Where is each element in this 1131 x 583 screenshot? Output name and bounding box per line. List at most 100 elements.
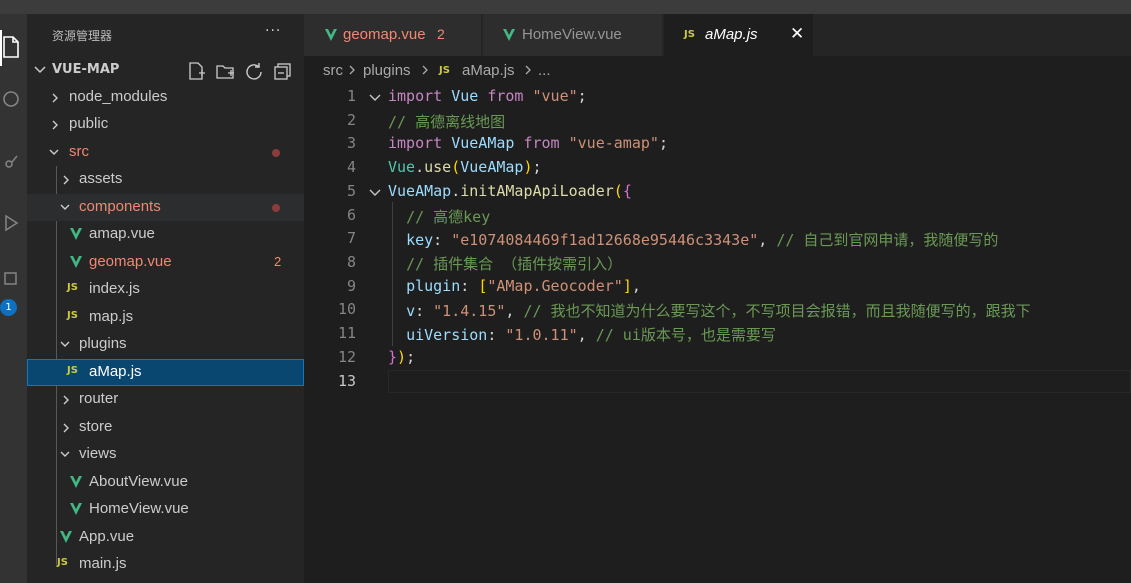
- chevron-down-icon: [60, 341, 70, 347]
- project-name: VUE-MAP: [52, 62, 120, 77]
- tab-amap-js[interactable]: JS aMap.js ✕: [664, 14, 814, 56]
- tree-file-amap-vue[interactable]: amap.vue: [27, 221, 304, 248]
- tab-label: HomeView.vue: [522, 26, 622, 43]
- breadcrumb-item[interactable]: plugins: [363, 62, 411, 79]
- tree-label: src: [69, 143, 89, 160]
- chevron-right-icon: [524, 63, 532, 80]
- chevron-right-icon: [52, 93, 58, 103]
- chevron-right-icon: [63, 395, 69, 405]
- tree-folder-plugins[interactable]: plugins: [27, 331, 304, 358]
- chevron-right-icon: [52, 120, 58, 130]
- tree-folder-assets[interactable]: assets: [27, 166, 304, 193]
- tree-label: components: [79, 198, 161, 215]
- new-file-icon[interactable]: [186, 61, 208, 81]
- code-line: // 插件集合 （插件按需引入）: [406, 255, 623, 273]
- tree-label: aMap.js: [89, 363, 142, 380]
- code-line: VueAMap.initAMapApiLoader({: [388, 182, 632, 200]
- js-icon: JS: [67, 282, 78, 293]
- chevron-down-icon: [60, 204, 70, 210]
- modified-dot: [272, 149, 280, 157]
- code-editor[interactable]: 1 2 3 4 5 6 7 8 9 10 11 12 13 import Vue…: [304, 84, 1131, 583]
- explorer-sidebar: 资源管理器 ··· VUE-MAP node_modules public sr…: [27, 14, 304, 583]
- vue-icon: [60, 531, 72, 543]
- vue-icon: [70, 228, 82, 240]
- breadcrumb-item[interactable]: ...: [538, 62, 551, 79]
- code-line: plugin: ["AMap.Geocoder"],: [406, 277, 641, 295]
- chevron-right-icon: [63, 175, 69, 185]
- chevron-right-icon: [63, 423, 69, 433]
- line-number: 11: [337, 324, 356, 342]
- line-number: 1: [346, 87, 356, 105]
- tree-folder-src[interactable]: src: [27, 139, 304, 166]
- source-control-icon[interactable]: [0, 148, 22, 174]
- code-line: v: "1.4.15", // 我也不知道为什么要写这个，不写项目会报错，而且我…: [406, 302, 1031, 320]
- activity-bar: 1: [0, 14, 27, 583]
- more-actions-button[interactable]: ···: [265, 23, 281, 39]
- line-number: 13: [337, 372, 356, 390]
- tree-folder-node-modules[interactable]: node_modules: [27, 84, 304, 111]
- code-line: uiVersion: "1.0.11", // ui版本号，也是需要写: [406, 326, 776, 344]
- js-icon: JS: [67, 365, 78, 376]
- tree-file-map-js[interactable]: JS map.js: [27, 304, 304, 331]
- breadcrumb-item[interactable]: src: [323, 62, 343, 79]
- line-number: 8: [346, 253, 356, 271]
- tree-label: App.vue: [79, 528, 135, 545]
- tab-geomap-vue[interactable]: geomap.vue 2: [304, 14, 482, 56]
- files-icon[interactable]: [0, 34, 22, 60]
- code-line: import VueAMap from "vue-amap";: [388, 134, 668, 152]
- tree-folder-views[interactable]: views: [27, 441, 304, 468]
- tree-label: public: [69, 115, 109, 132]
- tree-label: HomeView.vue: [89, 500, 189, 517]
- collapse-all-icon[interactable]: [273, 61, 295, 81]
- tree-file-index-js[interactable]: JS index.js: [27, 276, 304, 303]
- code-line: });: [388, 348, 416, 366]
- tree-label: node_modules: [69, 88, 168, 105]
- line-number: 2: [346, 111, 356, 129]
- chevron-down-icon: [34, 66, 46, 74]
- close-icon[interactable]: ✕: [790, 24, 804, 44]
- tree-label: store: [79, 418, 113, 435]
- breadcrumb-item[interactable]: aMap.js: [462, 62, 515, 79]
- line-number: 6: [346, 206, 356, 224]
- tree-label: AboutView.vue: [89, 473, 188, 490]
- run-debug-icon[interactable]: [0, 210, 22, 236]
- tree-label: router: [79, 390, 119, 407]
- tree-file-homeview-vue[interactable]: HomeView.vue: [27, 496, 304, 523]
- tab-problems-count: 2: [437, 26, 445, 42]
- code-line: key: "e1074084469f1ad12668e95446c3343e",…: [406, 231, 999, 249]
- tree-label: amap.vue: [89, 225, 155, 242]
- chevron-down-icon: [49, 149, 59, 155]
- tree-folder-public[interactable]: public: [27, 111, 304, 138]
- vue-icon: [503, 29, 515, 41]
- fold-chevron-icon[interactable]: [368, 92, 382, 104]
- line-number: 3: [346, 134, 356, 152]
- tree-file-main-js[interactable]: JS main.js: [27, 551, 304, 578]
- tree-label: main.js: [79, 555, 127, 572]
- tree-folder-store[interactable]: store: [27, 414, 304, 441]
- new-folder-icon[interactable]: [215, 61, 237, 81]
- code-line: import Vue from "vue";: [388, 87, 587, 105]
- extensions-icon[interactable]: [0, 266, 22, 292]
- tree-label: views: [79, 445, 117, 462]
- tree-file-app-vue[interactable]: App.vue: [27, 524, 304, 551]
- current-line-highlight: [388, 370, 1131, 393]
- code-line: Vue.use(VueAMap);: [388, 158, 542, 176]
- tab-homeview-vue[interactable]: HomeView.vue: [483, 14, 663, 56]
- tree-folder-components[interactable]: components: [27, 194, 304, 221]
- tree-folder-router[interactable]: router: [27, 386, 304, 413]
- js-icon: JS: [684, 29, 695, 40]
- refresh-icon[interactable]: [244, 61, 266, 81]
- tab-label: geomap.vue: [343, 26, 426, 43]
- tree-file-geomap-vue[interactable]: geomap.vue 2: [27, 249, 304, 276]
- tree-label: index.js: [89, 280, 140, 297]
- search-icon[interactable]: [0, 86, 22, 112]
- tree-file-aboutview-vue[interactable]: AboutView.vue: [27, 469, 304, 496]
- vue-icon: [325, 29, 337, 41]
- tree-file-amap-js[interactable]: JS aMap.js: [27, 359, 304, 386]
- project-header[interactable]: VUE-MAP: [27, 58, 304, 82]
- fold-chevron-icon[interactable]: [368, 187, 382, 199]
- line-number: 5: [346, 182, 356, 200]
- breadcrumb: src plugins JS aMap.js ...: [304, 56, 1131, 84]
- menu-bar: [0, 0, 1131, 14]
- tab-bar: geomap.vue 2 HomeView.vue JS aMap.js ✕: [304, 14, 1131, 56]
